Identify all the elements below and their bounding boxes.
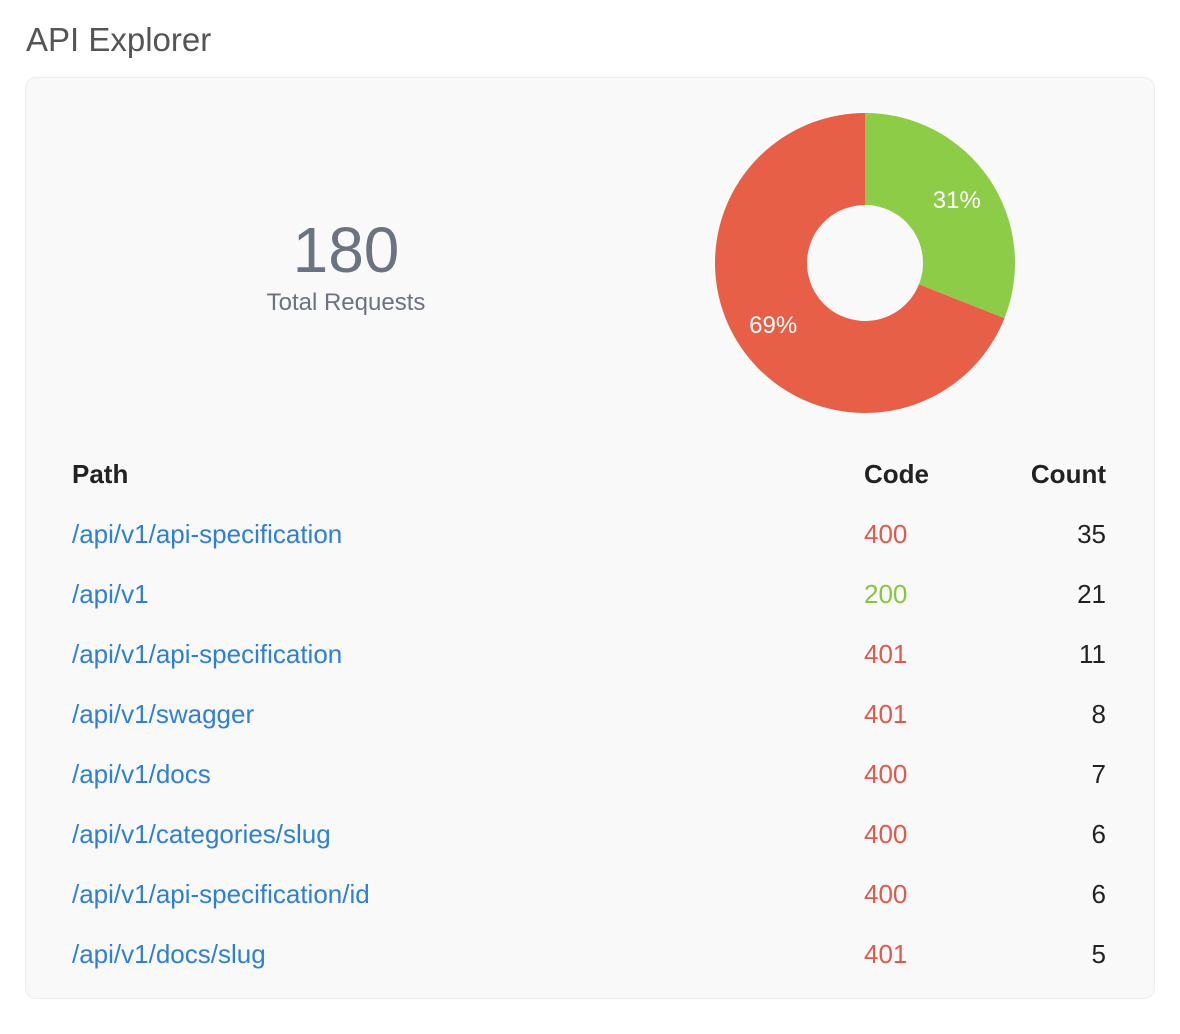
status-code: 400 (864, 818, 908, 849)
donut-slice (865, 113, 1015, 319)
table-row: /api/v1/docs/slug 401 5 (72, 924, 1106, 984)
request-count: 8 (1091, 698, 1106, 729)
header-code[interactable]: Code (864, 444, 994, 504)
path-cell: /api/v1/swagger (72, 684, 864, 744)
status-code: 400 (864, 758, 908, 789)
path-link[interactable]: /api/v1/api-specification (72, 519, 342, 549)
table-row: /api/v1/api-specification 400 35 (72, 504, 1106, 564)
status-code: 401 (864, 698, 908, 729)
request-count: 6 (1091, 818, 1106, 849)
slice-label: 69% (749, 312, 797, 339)
path-link[interactable]: /api/v1 (72, 579, 149, 609)
status-code: 200 (864, 578, 908, 609)
slice-label: 31% (933, 187, 981, 214)
path-link[interactable]: /api/v1/api-specification/id (72, 879, 370, 909)
request-count: 21 (1077, 578, 1106, 609)
status-code: 400 (864, 518, 908, 549)
request-count: 6 (1091, 878, 1106, 909)
request-count: 7 (1091, 758, 1106, 789)
path-cell: /api/v1/docs (72, 744, 864, 804)
status-donut-chart: 31% 69% (715, 113, 1015, 413)
table-row: /api/v1/api-specification 401 11 (72, 624, 1106, 684)
request-count: 5 (1091, 938, 1106, 969)
api-explorer-panel: 180 Total Requests 31% 69% Path Code Coun… (26, 78, 1154, 998)
total-requests-count: 180 (292, 214, 400, 286)
table-row: /api/v1/docs 400 7 (72, 744, 1106, 804)
path-cell: /api/v1/categories/slug (72, 804, 864, 864)
status-code: 401 (864, 938, 908, 969)
path-link[interactable]: /api/v1/swagger (72, 699, 254, 729)
table-header-row: Path Code Count (72, 444, 1106, 504)
path-link[interactable]: /api/v1/categories/slug (72, 819, 331, 849)
path-cell: /api/v1 (72, 564, 864, 624)
path-cell: /api/v1/api-specification/id (72, 864, 864, 924)
request-count: 11 (1079, 638, 1106, 669)
request-count: 35 (1077, 518, 1106, 549)
table-row: /api/v1/categories/slug 400 6 (72, 804, 1106, 864)
header-count[interactable]: Count (994, 444, 1106, 504)
path-link[interactable]: /api/v1/api-specification (72, 639, 342, 669)
requests-table: Path Code Count /api/v1/api-specificatio… (72, 444, 1106, 984)
path-cell: /api/v1/docs/slug (72, 924, 864, 984)
header-path[interactable]: Path (72, 444, 864, 504)
path-link[interactable]: /api/v1/docs (72, 759, 211, 789)
table-row: /api/v1/swagger 401 8 (72, 684, 1106, 744)
path-cell: /api/v1/api-specification (72, 504, 864, 564)
table-row: /api/v1/api-specification/id 400 6 (72, 864, 1106, 924)
status-code: 400 (864, 878, 908, 909)
page-title: API Explorer (26, 21, 212, 58)
path-cell: /api/v1/api-specification (72, 624, 864, 684)
path-link[interactable]: /api/v1/docs/slug (72, 939, 266, 969)
total-requests-summary: 180 Total Requests (226, 214, 466, 318)
table-row: /api/v1 200 21 (72, 564, 1106, 624)
total-requests-label: Total Requests (266, 289, 426, 316)
status-code: 401 (864, 638, 908, 669)
